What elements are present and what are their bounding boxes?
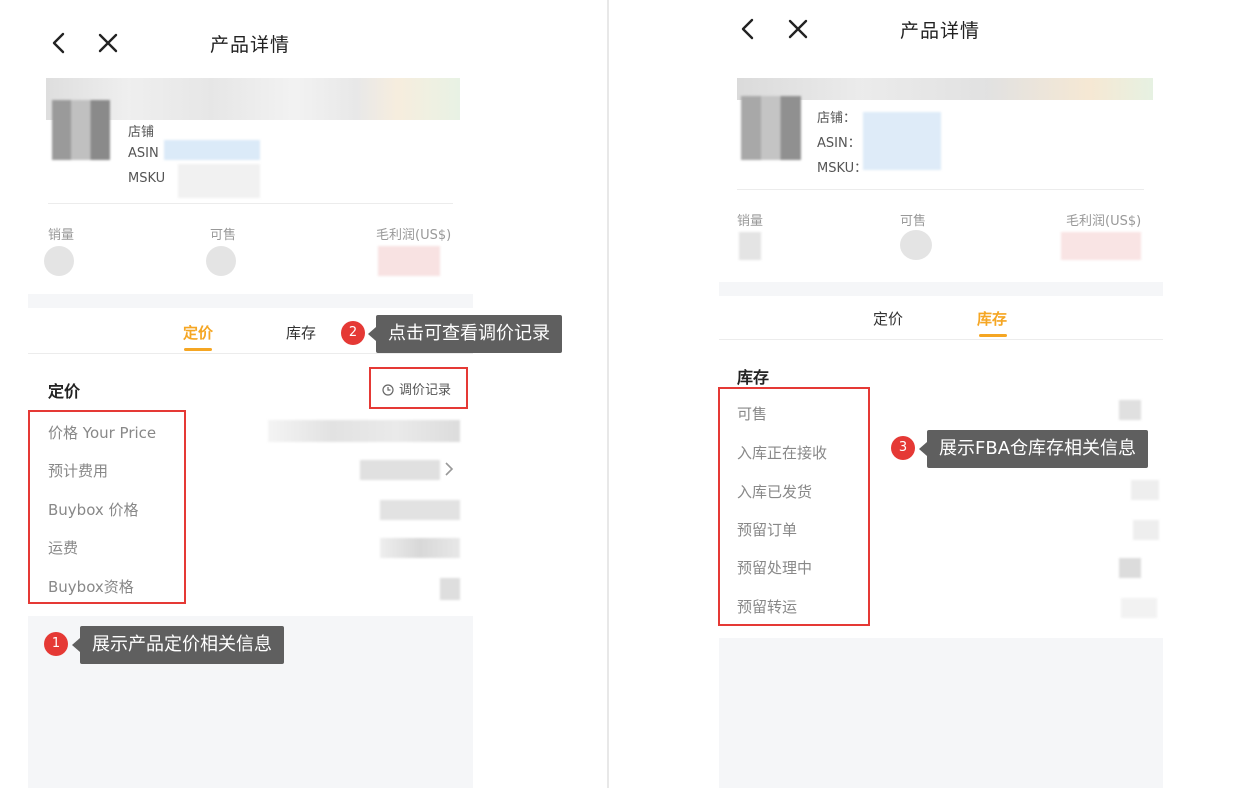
page-title: 产品详情 <box>900 20 981 42</box>
row-available: 可售 <box>737 405 768 423</box>
stat-sales-blurred <box>739 232 761 260</box>
row-inbound-shipped: 入库已发货 <box>737 483 813 501</box>
asin-label: ASIN <box>128 146 159 161</box>
empty-area <box>719 638 1163 788</box>
tabs-divider <box>28 353 473 354</box>
available-value-blurred <box>1119 400 1141 420</box>
tab-pricing-underline <box>184 348 212 351</box>
panel-divider <box>607 0 609 788</box>
reserved-transfer-value-blurred <box>1121 598 1157 618</box>
back-icon[interactable] <box>48 31 72 55</box>
page-title: 产品详情 <box>210 34 291 56</box>
row-estimated-fees: 预计费用 <box>48 462 109 480</box>
stat-profit-label: 毛利润(US$) <box>1066 214 1142 229</box>
stat-available-blurred <box>206 246 236 276</box>
asin-value-blurred <box>863 112 941 170</box>
annotation-badge-1: 1 <box>44 632 68 656</box>
row-inbound-receiving: 入库正在接收 <box>737 444 828 462</box>
stat-available-label: 可售 <box>210 228 237 243</box>
stat-profit-blurred <box>1061 232 1141 260</box>
annotation-badge-2: 2 <box>341 321 365 345</box>
header-divider <box>737 189 1144 190</box>
right-panel: 产品详情 店铺： ASIN： MSKU： 销量 可售 毛利润(US$) 定价 库… <box>718 0 1163 788</box>
row-reserved-transfer: 预留转运 <box>737 598 798 616</box>
gap-bar <box>28 294 473 308</box>
asin-value-blurred <box>164 140 260 160</box>
section-title-pricing: 定价 <box>48 382 81 401</box>
stat-available-blurred <box>900 230 932 260</box>
stat-profit-blurred <box>378 246 440 276</box>
stat-sales-label: 销量 <box>737 214 764 229</box>
tabs-divider <box>719 339 1163 340</box>
tab-pricing[interactable]: 定价 <box>873 308 903 329</box>
close-icon[interactable] <box>96 31 120 55</box>
tab-inventory[interactable]: 库存 <box>977 308 1007 329</box>
annotation-tip-3: 展示FBA仓库存相关信息 <box>918 430 1149 468</box>
shipping-value-blurred <box>380 538 460 558</box>
stat-profit-label: 毛利润(US$) <box>376 228 452 243</box>
fees-value-blurred <box>360 460 440 480</box>
stat-sales-blurred <box>44 246 74 276</box>
row-buybox-eligibility: Buybox资格 <box>48 578 134 596</box>
tab-inventory-underline <box>979 334 1007 337</box>
row-reserved-orders: 预留订单 <box>737 521 798 539</box>
row-shipping: 运费 <box>48 539 79 557</box>
msku-value-blurred <box>178 164 260 198</box>
store-label: 店铺： <box>817 111 857 126</box>
row-reserved-processing: 预留处理中 <box>737 559 813 577</box>
left-panel: 产品详情 店铺 ASIN MSKU 销量 可售 毛利润(US$) 定价 库存 定… <box>28 0 473 788</box>
your-price-value-blurred <box>268 420 460 442</box>
stat-sales-label: 销量 <box>48 228 75 243</box>
reserved-processing-value-blurred <box>1119 558 1141 578</box>
stat-available-label: 可售 <box>900 214 927 229</box>
buybox-price-value-blurred <box>380 500 460 520</box>
tab-inventory[interactable]: 库存 <box>286 322 316 343</box>
product-image <box>741 96 801 160</box>
annotation-tip-1: 展示产品定价相关信息 <box>72 626 284 664</box>
store-label: 店铺 <box>128 125 155 140</box>
row-your-price: 价格 Your Price <box>48 424 157 442</box>
annotation-badge-3: 3 <box>891 436 915 460</box>
section-title-inventory: 库存 <box>737 368 770 387</box>
gap-bar <box>719 282 1163 296</box>
annotation-tip-2: 点击可查看调价记录 <box>368 315 562 353</box>
product-image <box>52 100 110 160</box>
msku-label: MSKU： <box>817 161 868 176</box>
back-icon[interactable] <box>737 17 761 41</box>
tab-pricing[interactable]: 定价 <box>183 322 213 343</box>
inbound-shipped-value-blurred <box>1131 480 1159 500</box>
chevron-right-icon[interactable] <box>444 461 454 477</box>
asin-label: ASIN： <box>817 136 861 151</box>
history-clock-icon[interactable] <box>382 381 394 396</box>
price-history-link[interactable]: 调价记录 <box>399 379 451 398</box>
row-buybox-price: Buybox 价格 <box>48 501 139 519</box>
buybox-eligibility-value-blurred <box>440 578 460 600</box>
reserved-orders-value-blurred <box>1133 520 1159 540</box>
msku-label: MSKU <box>128 171 166 186</box>
close-icon[interactable] <box>786 17 810 41</box>
header-divider <box>48 203 453 204</box>
